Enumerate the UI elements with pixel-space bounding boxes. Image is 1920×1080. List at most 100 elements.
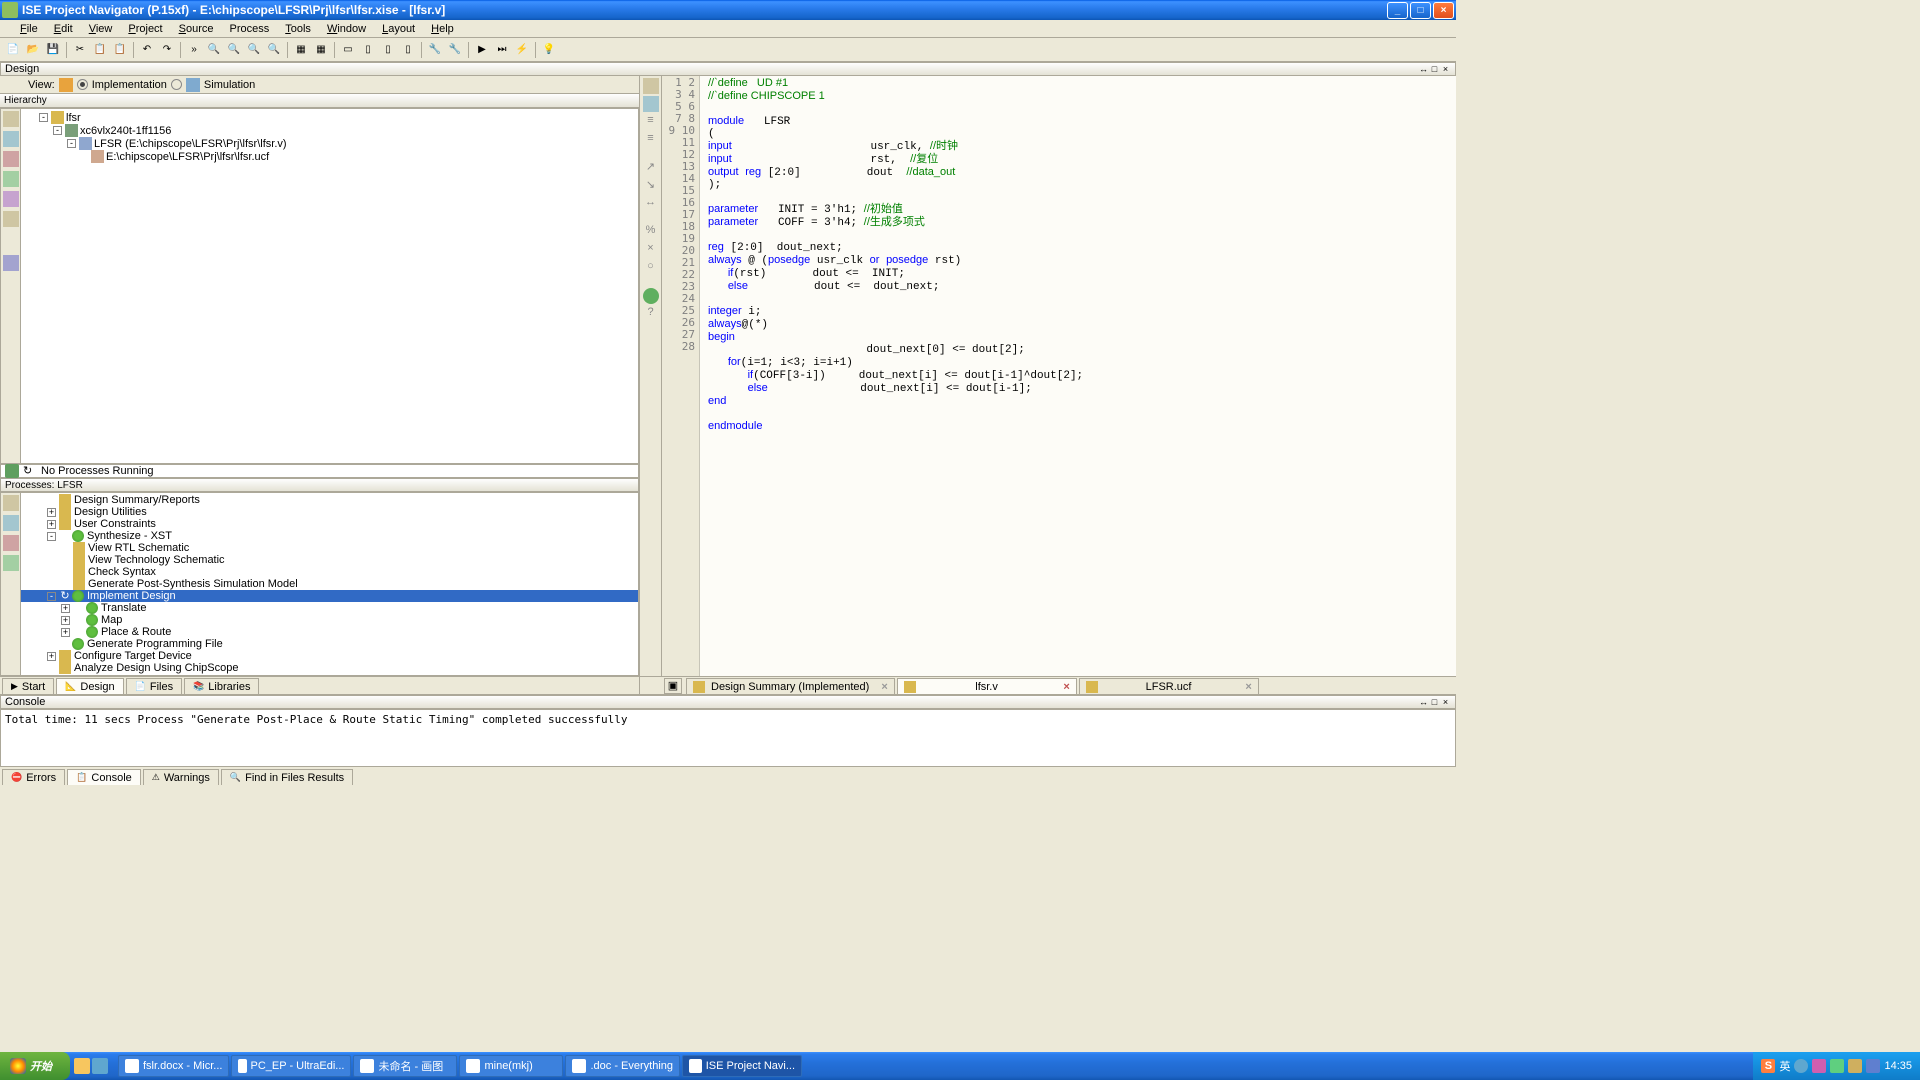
toolbar-button[interactable]: ↶ [138, 41, 156, 59]
process-item[interactable]: ↻Generate Programming File [21, 638, 638, 650]
menu-tools[interactable]: Tools [277, 22, 319, 36]
toolbar-button[interactable]: » [185, 41, 203, 59]
menu-source[interactable]: Source [171, 22, 222, 36]
toolbar-button[interactable]: ⚡ [513, 41, 531, 59]
editor-tool-icon[interactable]: ↘ [643, 178, 659, 194]
tree-expander[interactable]: + [61, 604, 70, 613]
editor-tab[interactable]: lfsr.v× [897, 678, 1077, 694]
tree-expander[interactable]: + [47, 652, 56, 661]
editor-tool-icon[interactable]: ≡ [643, 132, 659, 148]
editor-tool-icon[interactable] [643, 96, 659, 112]
simulation-radio[interactable] [171, 79, 182, 90]
side-tool-icon[interactable] [3, 111, 19, 127]
process-item[interactable]: -↻Synthesize - XST [21, 530, 638, 542]
editor-tool-icon[interactable] [643, 78, 659, 94]
console-tab-console[interactable]: 📋Console [67, 769, 141, 785]
console-tab-find-in-files-results[interactable]: 🔍Find in Files Results [221, 769, 353, 785]
tree-expander[interactable]: + [61, 616, 70, 625]
toolbar-button[interactable]: ↷ [158, 41, 176, 59]
editor-tab-list-icon[interactable]: ▣ [664, 678, 682, 694]
toolbar-button[interactable]: ⏭ [493, 41, 511, 59]
ql-icon[interactable] [92, 1058, 108, 1074]
menu-file[interactable]: File [12, 22, 46, 36]
tree-expander[interactable]: + [47, 520, 56, 529]
ime-icon[interactable]: S [1761, 1059, 1775, 1073]
panel-close-icon[interactable]: × [1440, 697, 1451, 707]
editor-tool-icon[interactable]: ○ [643, 260, 659, 276]
process-item[interactable]: +↻Translate [21, 602, 638, 614]
process-item[interactable]: Check Syntax [21, 566, 638, 578]
code-editor[interactable]: //`define UD #1 //`define CHIPSCOPE 1 mo… [700, 76, 1456, 676]
console-tab-errors[interactable]: ⛔Errors [2, 769, 65, 785]
side-tool-icon[interactable] [3, 535, 19, 551]
tray-icon[interactable] [1830, 1059, 1844, 1073]
hierarchy-tree[interactable]: -lfsr -xc6vlx240t-1ff1156 -LFSR (E:\chip… [21, 109, 638, 463]
toolbar-button[interactable]: ▦ [312, 41, 330, 59]
toolbar-button[interactable]: 💡 [540, 41, 558, 59]
toolbar-button[interactable]: 🔍 [245, 41, 263, 59]
editor-tool-icon[interactable]: ≡ [643, 114, 659, 130]
tree-expander[interactable]: - [53, 126, 62, 135]
process-item[interactable]: Design Summary/Reports [21, 494, 638, 506]
menu-view[interactable]: View [81, 22, 121, 36]
process-item[interactable]: +↻Map [21, 614, 638, 626]
toolbar-button[interactable]: 🔧 [426, 41, 444, 59]
toolbar-button[interactable]: 💾 [44, 41, 62, 59]
side-tool-icon[interactable] [3, 495, 19, 511]
toolbar-button[interactable]: ▯ [379, 41, 397, 59]
start-button[interactable]: 开始 [0, 1052, 70, 1080]
tree-expander[interactable]: + [47, 508, 56, 517]
menu-process[interactable]: Process [222, 22, 278, 36]
side-tool-icon[interactable] [3, 211, 19, 227]
toolbar-button[interactable]: 📋 [111, 41, 129, 59]
taskbar-app-button[interactable]: ISE Project Navi... [682, 1055, 802, 1077]
toolbar-button[interactable]: ▯ [399, 41, 417, 59]
menu-help[interactable]: Help [423, 22, 462, 36]
tray-icon[interactable] [1812, 1059, 1826, 1073]
editor-tab[interactable]: Design Summary (Implemented)× [686, 678, 895, 694]
process-item[interactable]: +User Constraints [21, 518, 638, 530]
tray-icon[interactable] [1848, 1059, 1862, 1073]
editor-tab[interactable]: LFSR.ucf× [1079, 678, 1259, 694]
toolbar-button[interactable]: ✂ [71, 41, 89, 59]
process-item[interactable]: Analyze Design Using ChipScope [21, 662, 638, 674]
menu-project[interactable]: Project [120, 22, 170, 36]
tab-start[interactable]: ▶Start [2, 678, 54, 694]
editor-tool-icon[interactable]: ? [643, 306, 659, 322]
toolbar-button[interactable]: 📋 [91, 41, 109, 59]
ql-icon[interactable] [74, 1058, 90, 1074]
system-tray[interactable]: S 英 14:35 [1753, 1052, 1920, 1080]
panel-left-icon[interactable]: ↔ [1418, 697, 1429, 707]
tab-files[interactable]: 📄Files [126, 678, 182, 694]
processes-tree[interactable]: Design Summary/Reports+Design Utilities+… [21, 493, 638, 675]
panel-float-icon[interactable]: □ [1429, 64, 1440, 74]
process-item[interactable]: View RTL Schematic [21, 542, 638, 554]
toolbar-button[interactable]: ▦ [292, 41, 310, 59]
side-tool-icon[interactable] [3, 171, 19, 187]
taskbar-app-button[interactable]: 未命名 - 画图 [353, 1055, 457, 1077]
tab-close-icon[interactable]: × [1063, 681, 1069, 693]
panel-close-icon[interactable]: × [1440, 64, 1451, 74]
toolbar-button[interactable]: 🔍 [205, 41, 223, 59]
implementation-radio[interactable] [77, 79, 88, 90]
process-item[interactable]: +↻Place & Route [21, 626, 638, 638]
side-tool-icon[interactable] [3, 255, 19, 271]
tab-close-icon[interactable]: × [881, 681, 887, 693]
minimize-button[interactable]: _ [1387, 2, 1408, 19]
tray-icon[interactable] [1866, 1059, 1880, 1073]
taskbar-app-button[interactable]: mine(mkj) [459, 1055, 563, 1077]
editor-tool-icon[interactable] [643, 288, 659, 304]
tree-expander[interactable]: + [61, 628, 70, 637]
toolbar-button[interactable]: 📄 [4, 41, 22, 59]
toolbar-button[interactable]: ▭ [339, 41, 357, 59]
tree-expander[interactable]: - [67, 139, 76, 148]
panel-float-icon[interactable]: □ [1429, 697, 1440, 707]
menu-window[interactable]: Window [319, 22, 374, 36]
tree-expander[interactable]: - [39, 113, 48, 122]
close-button[interactable]: × [1433, 2, 1454, 19]
menu-layout[interactable]: Layout [374, 22, 423, 36]
process-item[interactable]: +Design Utilities [21, 506, 638, 518]
side-tool-icon[interactable] [3, 191, 19, 207]
tray-icon[interactable] [1794, 1059, 1808, 1073]
taskbar-app-button[interactable]: .doc - Everything [565, 1055, 680, 1077]
